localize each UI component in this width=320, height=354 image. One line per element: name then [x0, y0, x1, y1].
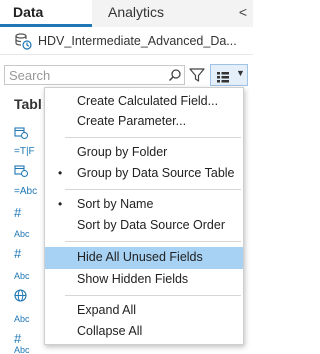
globe-icon [14, 289, 27, 305]
menu-separator [65, 295, 241, 296]
tab-analytics-label: Analytics [108, 4, 165, 20]
tab-data[interactable]: Data [0, 0, 92, 27]
menu-item-sort-by-name[interactable]: • Sort by Name [45, 194, 243, 216]
menu-item-create-parameter[interactable]: Create Parameter... [45, 111, 243, 133]
tables-header: Tabl [14, 96, 42, 112]
boolean-calc-field-icon: =T|F [14, 146, 35, 157]
menu-item-show-hidden-fields[interactable]: Show Hidden Fields [45, 269, 243, 291]
search-row: ▼ [0, 61, 253, 87]
menu-separator [65, 189, 241, 190]
search-icon[interactable] [168, 68, 182, 82]
string-field-icon: Abc [14, 345, 30, 354]
tab-data-label: Data [13, 4, 44, 20]
string-field-icon: Abc [14, 314, 30, 324]
datasource-icon [14, 32, 32, 50]
menu-item-group-by-data-source-table[interactable]: • Group by Data Source Table [45, 163, 243, 185]
number-field-icon: # [14, 246, 22, 261]
datasource-name: HDV_Intermediate_Advanced_Da... [38, 34, 237, 48]
string-field-icon: Abc [14, 229, 30, 239]
search-input[interactable] [9, 67, 159, 83]
number-field-icon: # [14, 331, 22, 346]
date-field-icon [14, 164, 28, 180]
datasource-row[interactable]: HDV_Intermediate_Advanced_Da... [0, 27, 253, 55]
menu-item-create-calculated-field[interactable]: Create Calculated Field... [45, 91, 243, 113]
view-options-menu: Create Calculated Field... Create Parame… [44, 87, 244, 345]
menu-item-hide-all-unused-fields[interactable]: Hide All Unused Fields [45, 247, 243, 269]
menu-item-group-by-folder[interactable]: Group by Folder [45, 142, 243, 164]
checked-bullet-icon: • [58, 166, 63, 180]
date-field-icon [14, 126, 28, 142]
list-view-icon [217, 70, 229, 83]
side-pane-tabs: Data Analytics < [0, 0, 253, 27]
menu-separator [65, 241, 241, 242]
menu-item-collapse-all[interactable]: Collapse All [45, 321, 243, 343]
string-field-icon: Abc [14, 271, 30, 281]
string-calc-field-icon: =Abc [14, 186, 38, 197]
menu-separator [65, 137, 241, 138]
search-box [4, 65, 185, 85]
chevron-down-icon: ▼ [236, 68, 245, 78]
view-options-button[interactable]: ▼ [210, 64, 248, 86]
collapse-pane-button[interactable]: < [236, 3, 250, 21]
menu-item-sort-by-data-source-order[interactable]: Sort by Data Source Order [45, 215, 243, 237]
checked-bullet-icon: • [58, 197, 63, 211]
menu-item-expand-all[interactable]: Expand All [45, 300, 243, 322]
tab-analytics[interactable]: Analytics [92, 0, 232, 27]
filter-icon[interactable] [189, 67, 205, 83]
number-field-icon: # [14, 205, 22, 220]
